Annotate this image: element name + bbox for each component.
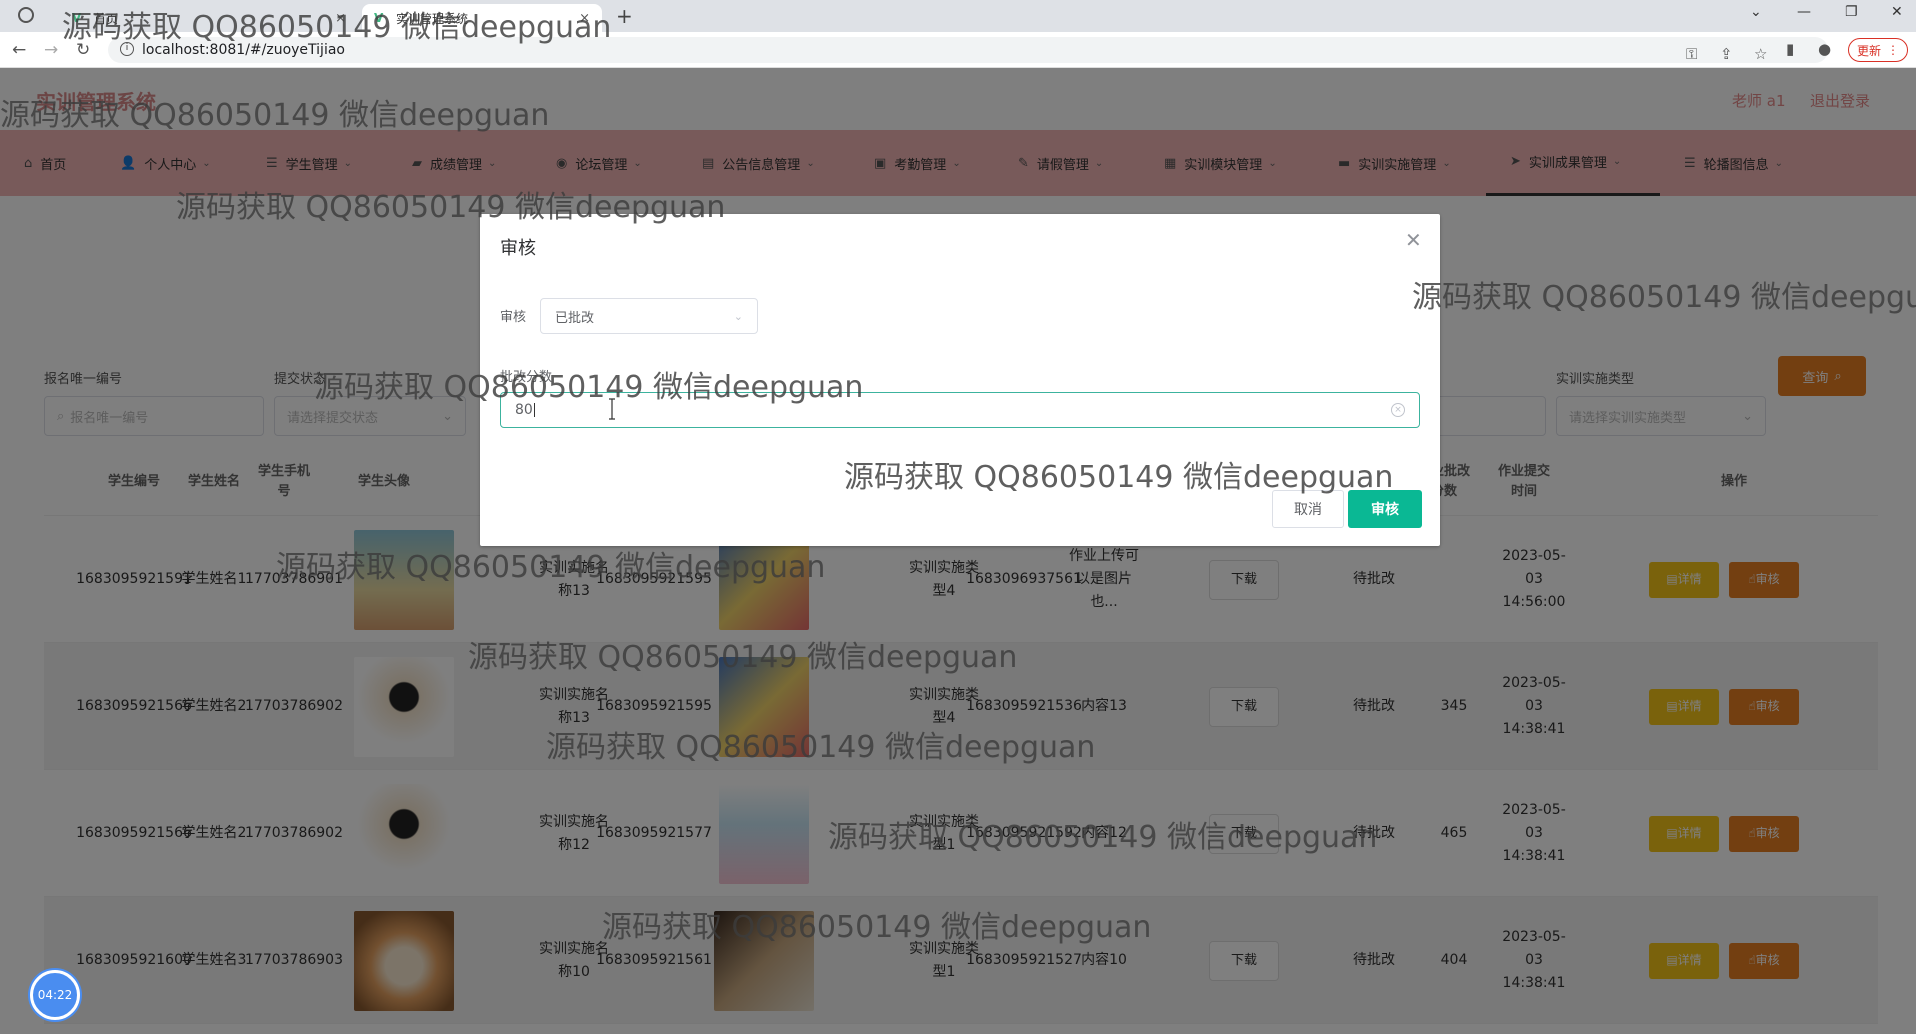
vue-favicon-icon: V: [374, 11, 384, 25]
close-icon[interactable]: ✕: [1405, 228, 1422, 252]
audit-status-value: 已批改: [555, 310, 595, 326]
site-info-icon[interactable]: i: [120, 42, 134, 56]
score-input[interactable]: 80 ×: [500, 392, 1420, 428]
browser-tab-label: 首页: [94, 11, 119, 26]
key-icon[interactable]: ⚿: [1686, 45, 1697, 63]
audit-field-label: 审核: [500, 310, 527, 325]
text-caret: [533, 403, 535, 417]
browser-tab-home[interactable]: V 首页 ×: [60, 4, 358, 32]
browser-menu-icon[interactable]: [18, 7, 34, 23]
ibeam-cursor-icon: [609, 398, 615, 420]
modal-overlay[interactable]: [0, 68, 1916, 1034]
dialog-title: 审核: [500, 238, 536, 259]
confirm-audit-button[interactable]: 审核: [1348, 490, 1422, 528]
vue-favicon-icon: V: [72, 11, 82, 25]
url-field[interactable]: i localhost:8081/#/zuoyeTijiao ⚿ ⇪ ☆: [108, 37, 1828, 63]
chevron-down-icon: ⌄: [733, 309, 743, 323]
clear-icon[interactable]: ×: [1391, 403, 1405, 417]
close-window-icon[interactable]: ✕: [1891, 4, 1903, 20]
new-tab-button[interactable]: +: [616, 4, 633, 28]
score-field-label: 批改分数: [500, 370, 553, 385]
update-button[interactable]: 更新 ⋮: [1848, 38, 1908, 62]
audit-dialog: 审核 ✕ 审核 已批改 ⌄ 批改分数 80 × 取消 审核: [480, 214, 1440, 546]
close-tab-icon[interactable]: ×: [335, 11, 346, 26]
timer-badge: 04:22: [30, 970, 80, 1020]
close-tab-icon[interactable]: ×: [579, 11, 590, 26]
address-bar: ← → ↻ i localhost:8081/#/zuoyeTijiao ⚿ ⇪…: [0, 32, 1916, 68]
profile-icon[interactable]: ●: [1818, 40, 1831, 58]
reload-icon[interactable]: ↻: [76, 40, 90, 60]
browser-tab-bar: V 首页 × V 实训管理系统 × + ⌄ — ❐ ✕: [0, 0, 1916, 32]
share-icon[interactable]: ⇪: [1720, 45, 1733, 63]
forward-icon[interactable]: →: [44, 40, 58, 60]
score-value: 80: [515, 402, 533, 418]
bookmark-star-icon[interactable]: ☆: [1754, 45, 1767, 63]
minimize-icon[interactable]: —: [1797, 4, 1811, 20]
restore-icon[interactable]: ❐: [1845, 4, 1858, 20]
browser-tab-label: 实训管理系统: [396, 11, 469, 26]
audit-status-select[interactable]: 已批改 ⌄: [540, 298, 758, 334]
cancel-button[interactable]: 取消: [1272, 490, 1344, 528]
back-icon[interactable]: ←: [12, 40, 26, 60]
url-text[interactable]: localhost:8081/#/zuoyeTijiao: [142, 42, 345, 58]
side-panel-icon[interactable]: ▮: [1786, 40, 1794, 58]
browser-tab-active[interactable]: V 实训管理系统 ×: [362, 4, 602, 32]
tab-search-icon[interactable]: ⌄: [1750, 4, 1762, 20]
update-label: 更新: [1856, 43, 1881, 58]
more-vert-icon: ⋮: [1887, 43, 1899, 57]
